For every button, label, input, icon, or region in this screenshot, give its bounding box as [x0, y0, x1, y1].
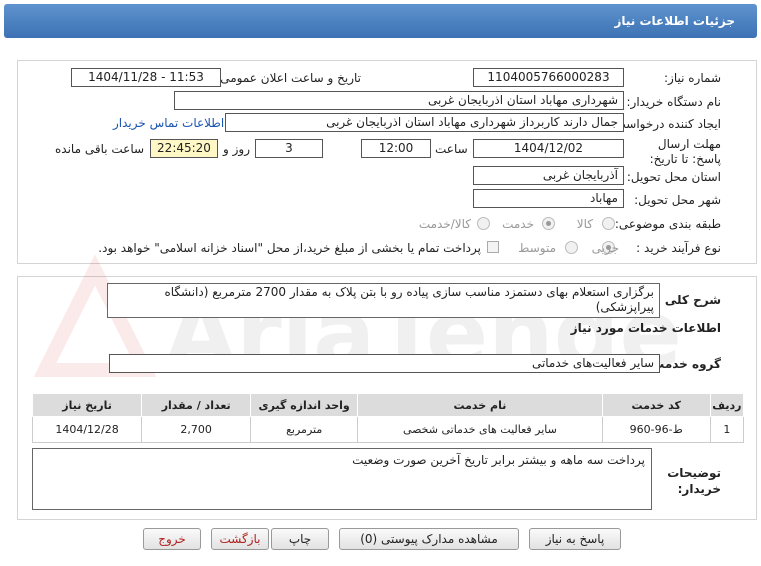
col-row: ردیف [709, 393, 745, 417]
deadline-label: مهلت ارسال پاسخ: تا تاریخ: [649, 137, 721, 166]
page-title: جزئیات اطلاعات نیاز [614, 14, 735, 28]
requester-label: ایجاد کننده درخواست: [610, 117, 721, 131]
cell-qty: 2,700 [141, 416, 252, 443]
remaining-time-field: 22:45:20 [150, 139, 218, 158]
page-header: جزئیات اطلاعات نیاز [4, 4, 757, 38]
exit-button[interactable]: خروج [143, 528, 201, 550]
deadline-date-field: 1404/12/02 [473, 139, 624, 158]
cell-unit: مترمربع [250, 416, 359, 443]
city-field: مهاباد [473, 189, 624, 208]
table-row: 1 ط-96-960 سایر فعالیت های خدماتی شخصی م… [31, 416, 745, 443]
col-code: کد خدمت [601, 393, 711, 417]
table-header-row: ردیف کد خدمت نام خدمت واحد اندازه گیری ت… [31, 393, 745, 417]
buyer-contact-link[interactable]: اطلاعات تماس خریدار [113, 116, 224, 130]
buyer-org-field: شهرداری مهاباد استان اذربایجان غربی [174, 91, 624, 110]
category-option-goods: کالا [576, 217, 593, 231]
col-name: نام خدمت [357, 393, 603, 417]
payment-note: پرداخت تمام یا بخشی از مبلغ خرید،از محل … [98, 241, 481, 255]
process-radio-medium[interactable] [565, 241, 578, 254]
category-label: طبقه بندی موضوعی: [614, 217, 721, 231]
group-field: سایر فعالیت‌های خدماتی [109, 354, 660, 373]
city-label: شهر محل تحویل: [634, 193, 721, 207]
cell-code: ط-96-960 [601, 416, 711, 443]
services-section-title: اطلاعات خدمات مورد نیاز [570, 321, 721, 335]
col-date: تاریخ نیاز [31, 393, 143, 417]
reply-button[interactable]: پاسخ به نیاز [529, 528, 621, 550]
days-field: 3 [255, 139, 323, 158]
buyer-notes-field: پرداخت سه ماهه و بیشتر برابر تاریخ آخرین… [32, 448, 652, 510]
need-number-label: شماره نیاز: [664, 71, 721, 85]
time-label: ساعت [435, 142, 468, 156]
category-option-service: خدمت [502, 217, 534, 231]
need-number-field: 1104005766000283 [473, 68, 624, 87]
category-radio-goods[interactable] [602, 217, 615, 230]
deadline-time-field: 12:00 [361, 139, 431, 158]
category-option-goods-service: کالا/خدمت [418, 217, 471, 231]
cell-row: 1 [709, 416, 745, 443]
back-button[interactable]: بازگشت [211, 528, 269, 550]
process-label: نوع فرآیند خرید : [636, 241, 721, 255]
process-option-medium: متوسط [518, 241, 556, 255]
province-label: استان محل تحویل: [626, 170, 721, 184]
treasury-checkbox[interactable] [487, 241, 499, 253]
category-radio-goods-service[interactable] [477, 217, 490, 230]
province-field: آذربایجان غربی [473, 166, 624, 185]
requester-field: جمال دارند کاربرداز شهرداری مهاباد استان… [225, 113, 624, 132]
remaining-label: ساعت باقی مانده [55, 142, 145, 156]
print-button[interactable]: چاپ [271, 528, 329, 550]
announce-field: 1404/11/28 - 11:53 [71, 68, 221, 87]
buyer-notes-label: توضیحات خریدار: [667, 466, 721, 496]
buyer-org-label: نام دستگاه خریدار: [626, 95, 722, 109]
cell-name: سایر فعالیت های خدماتی شخصی [357, 416, 603, 443]
col-unit: واحد اندازه گیری [250, 393, 359, 417]
cell-date: 1404/12/28 [31, 416, 143, 443]
announce-label: تاریخ و ساعت اعلان عمومی: [216, 71, 361, 85]
services-table: ردیف کد خدمت نام خدمت واحد اندازه گیری ت… [31, 393, 745, 443]
col-qty: تعداد / مقدار [141, 393, 252, 417]
summary-field: برگزاری استعلام بهای دستمزد مناسب سازی پ… [107, 283, 660, 318]
view-attachments-button[interactable]: مشاهده مدارک پیوستی (0) [339, 528, 519, 550]
days-label: روز و [223, 142, 250, 156]
process-option-minor: جزیی [591, 241, 619, 255]
category-radio-service[interactable] [542, 217, 555, 230]
